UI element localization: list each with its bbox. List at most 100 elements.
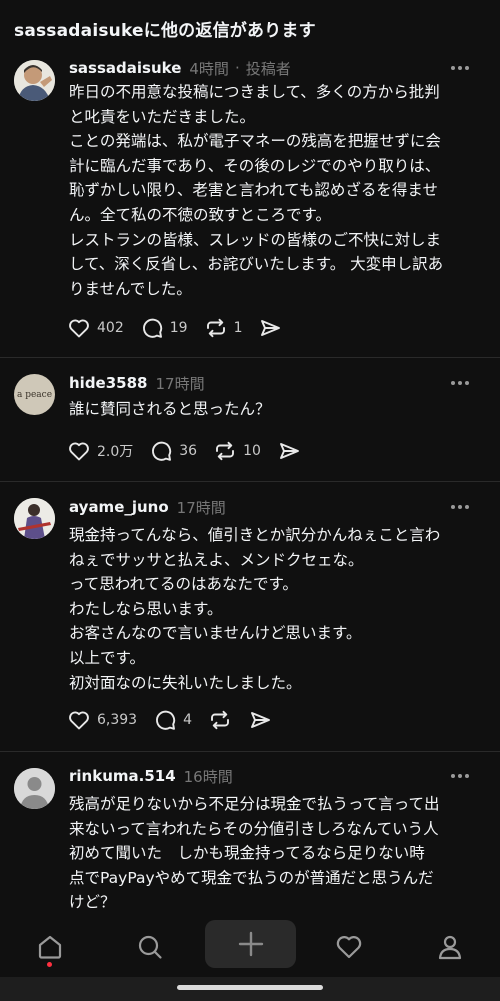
text-line: わたしなら思います。	[69, 599, 223, 618]
timestamp: 4時間	[189, 59, 229, 78]
repost-button[interactable]: 1	[204, 316, 242, 340]
nav-create-post[interactable]	[205, 920, 296, 968]
timestamp: 17時間	[155, 374, 205, 393]
separator-dot: ·	[234, 59, 240, 77]
repost-icon	[211, 710, 229, 730]
reply-post: rinkuma.514 16時間 残高が足りないから不足分は現金で払うって言って…	[0, 752, 500, 915]
post-meta: ayame_juno 17時間	[69, 496, 486, 518]
nav-activity[interactable]	[329, 927, 369, 967]
post-text: 現金持ってんなら、値引きとか訳分かんねぇこと言わ ねぇでサッサと払えよ、メンドク…	[69, 523, 486, 695]
repost-button[interactable]: 10	[213, 439, 261, 463]
like-count: 2.0万	[97, 444, 134, 460]
home-indicator[interactable]	[177, 985, 323, 990]
post-meta: rinkuma.514 16時間	[69, 765, 486, 787]
speech-bubble-icon	[156, 710, 176, 730]
timestamp: 17時間	[176, 498, 226, 517]
avatar-photo	[14, 498, 55, 539]
default-avatar-icon	[14, 768, 55, 809]
text-line: 計に臨んだ事であり、その後のレジでのやり取りは、	[69, 156, 441, 175]
plus-icon	[238, 931, 263, 957]
text-line: ん。全て私の不徳の致すところです。	[69, 205, 331, 224]
nav-search[interactable]	[130, 927, 170, 967]
heart-icon	[336, 936, 362, 959]
author-label: 投稿者	[245, 59, 291, 78]
repost-button[interactable]	[208, 708, 232, 732]
text-line: して、深く反省し、お詫びいたします。 大変申し訳あ	[69, 255, 444, 274]
page-title: sassadaisukeに他の返信があります	[14, 21, 316, 41]
repost-count: 10	[243, 443, 261, 459]
send-icon	[251, 712, 270, 728]
text-line: って思われてるのはあなたです。	[69, 575, 298, 594]
more-dots-icon[interactable]	[448, 372, 472, 394]
text-line: 誰に賛同されると思ったん？	[69, 400, 271, 418]
reply-post: a peace hide3588 17時間 誰に賛同されると思ったん？ 2.0万…	[0, 358, 500, 482]
text-line: お客さんなので言いませんけど思います。	[69, 624, 362, 643]
text-line: 点でPayPayやめて現金で払うのが普通だと思うんだ	[69, 868, 434, 887]
avatar[interactable]	[14, 768, 55, 809]
text-line: ことの発端は、私が電子マネーの残高を把握せずに会	[69, 132, 441, 151]
avatar-photo	[14, 60, 55, 101]
like-count: 402	[97, 320, 124, 336]
text-line: りませんでした。	[69, 279, 192, 298]
post-actions: 402 19 1	[67, 314, 298, 342]
reply-button[interactable]: 36	[149, 439, 197, 463]
reply-count: 4	[183, 712, 193, 728]
send-icon	[261, 320, 281, 336]
home-icon	[38, 935, 62, 959]
heart-icon	[69, 711, 89, 730]
like-button[interactable]: 6,393	[67, 708, 137, 732]
text-line: と叱責をいただきました。	[69, 107, 256, 126]
profile-icon	[438, 935, 462, 960]
avatar[interactable]: a peace	[14, 374, 55, 415]
heart-icon	[69, 319, 89, 338]
text-line: 恥ずかしい限り、老害と言われても認めざるを得ませ	[69, 181, 438, 200]
speech-bubble-icon	[142, 318, 162, 338]
speech-bubble-icon	[152, 441, 172, 461]
text-line: 昨日の不用意な投稿につきまして、多くの方から批判	[69, 83, 440, 101]
share-button[interactable]	[258, 316, 282, 340]
text-line: 以上です。	[69, 648, 145, 667]
nav-profile[interactable]	[430, 927, 470, 967]
like-button[interactable]: 402	[67, 316, 124, 340]
text-line: けど？	[69, 893, 116, 912]
like-button[interactable]: 2.0万	[67, 439, 133, 463]
more-dots-icon[interactable]	[448, 496, 472, 518]
username[interactable]: ayame_juno	[69, 498, 169, 516]
avatar-logo-text: a peace	[16, 389, 53, 400]
search-icon	[138, 935, 162, 959]
text-line: ねぇでサッサと払えよ、メンドクセェな。	[69, 550, 364, 569]
like-count: 6,393	[97, 712, 138, 728]
text-line: 残高が足りないから不足分は現金で払うって言って出	[69, 795, 440, 813]
reply-count: 36	[179, 443, 198, 459]
post-text: 残高が足りないから不足分は現金で払うって言って出 来ないって言われたらその分値引…	[69, 792, 486, 915]
reply-post: sassadaisuke 4時間 · 投稿者 昨日の不用意な投稿につきまして、多…	[0, 52, 500, 358]
text-line: 初対面なのに失礼いたしました。	[69, 673, 302, 692]
page-header: sassadaisukeに他の返信があります	[0, 0, 500, 52]
repost-icon	[206, 318, 225, 338]
username[interactable]: sassadaisuke	[69, 59, 181, 77]
post-text: 誰に賛同されると思ったん？	[69, 397, 486, 422]
reply-button[interactable]: 19	[140, 316, 188, 340]
share-button[interactable]	[277, 439, 301, 463]
username[interactable]: hide3588	[69, 374, 147, 392]
reply-button[interactable]: 4	[153, 708, 192, 732]
post-text: 昨日の不用意な投稿につきまして、多くの方から批判 と叱責をいただきました。 こと…	[69, 80, 486, 301]
reply-post: ayame_juno 17時間 現金持ってんなら、値引きとか訳分かんねぇこと言わ…	[0, 482, 500, 752]
text-line: 来ないって言われたらその分値引きしろなんていう人	[69, 819, 439, 838]
text-line: レストランの皆様、スレッドの皆様のご不快に対しま	[69, 230, 442, 249]
bottom-navigation	[0, 915, 500, 977]
more-dots-icon[interactable]	[448, 765, 472, 787]
avatar[interactable]	[14, 60, 55, 101]
username[interactable]: rinkuma.514	[69, 767, 176, 785]
notification-dot	[47, 962, 52, 967]
post-meta: hide3588 17時間	[69, 372, 486, 394]
share-button[interactable]	[248, 708, 272, 732]
timestamp: 16時間	[183, 767, 233, 786]
avatar[interactable]	[14, 498, 55, 539]
more-dots-icon[interactable]	[448, 57, 472, 79]
system-gesture-bar	[0, 977, 500, 1001]
repost-icon	[216, 441, 235, 461]
text-line: 初めて聞いた しかも現金持ってるなら足りない時	[69, 844, 425, 863]
nav-home[interactable]	[30, 927, 70, 967]
post-meta: sassadaisuke 4時間 · 投稿者	[69, 57, 486, 79]
